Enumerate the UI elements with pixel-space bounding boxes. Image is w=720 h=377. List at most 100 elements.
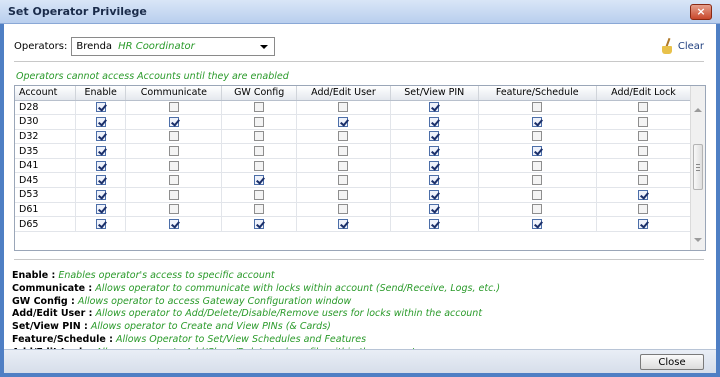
- privilege-checkbox[interactable]: [429, 175, 440, 186]
- privilege-checkbox[interactable]: [429, 146, 440, 157]
- grid-vertical-scrollbar[interactable]: [690, 86, 705, 250]
- table-row[interactable]: D41: [15, 158, 692, 174]
- table-row[interactable]: D45: [15, 172, 692, 189]
- privilege-checkbox[interactable]: [429, 219, 440, 230]
- privilege-checkbox[interactable]: [254, 160, 265, 171]
- privilege-checkbox[interactable]: [338, 160, 349, 171]
- column-header[interactable]: Add/Edit User: [296, 86, 391, 101]
- privilege-checkbox[interactable]: [338, 189, 349, 200]
- privilege-checkbox[interactable]: [429, 102, 440, 113]
- privilege-checkbox[interactable]: [168, 175, 179, 186]
- privilege-checkbox[interactable]: [168, 204, 179, 215]
- privilege-checkbox[interactable]: [532, 175, 543, 186]
- privilege-checkbox[interactable]: [429, 160, 440, 171]
- privilege-checkbox[interactable]: [95, 160, 106, 171]
- privilege-cell: [296, 129, 391, 145]
- privilege-checkbox[interactable]: [254, 131, 265, 142]
- privilege-checkbox[interactable]: [429, 116, 440, 127]
- close-button[interactable]: Close: [640, 354, 704, 370]
- privilege-checkbox[interactable]: [95, 131, 106, 142]
- privilege-checkbox[interactable]: [532, 160, 543, 171]
- privilege-checkbox[interactable]: [532, 204, 543, 215]
- privilege-checkbox[interactable]: [254, 204, 265, 215]
- privilege-checkbox[interactable]: [168, 146, 179, 157]
- table-row[interactable]: D35: [15, 143, 692, 159]
- privilege-cell: [478, 202, 597, 218]
- privilege-checkbox[interactable]: [254, 189, 265, 200]
- privilege-checkbox[interactable]: [429, 131, 440, 142]
- privilege-checkbox[interactable]: [532, 146, 543, 157]
- scroll-thumb[interactable]: [693, 144, 703, 190]
- privilege-checkbox[interactable]: [95, 175, 106, 186]
- operators-dropdown[interactable]: Brenda HR Coordinator: [71, 36, 276, 56]
- privilege-checkbox[interactable]: [95, 146, 106, 157]
- privilege-checkbox[interactable]: [95, 116, 106, 127]
- column-header[interactable]: Account: [15, 86, 76, 101]
- privilege-checkbox[interactable]: [532, 219, 543, 230]
- dialog-body: Operators: Brenda HR Coordinator Clear O…: [4, 24, 716, 373]
- privilege-checkbox[interactable]: [95, 189, 106, 200]
- privilege-checkbox[interactable]: [338, 175, 349, 186]
- title-bar[interactable]: Set Operator Privilege ×: [0, 0, 720, 24]
- privilege-checkbox[interactable]: [429, 204, 440, 215]
- window-close-button[interactable]: ×: [690, 3, 712, 20]
- privilege-checkbox[interactable]: [254, 219, 265, 230]
- privilege-checkbox[interactable]: [532, 102, 543, 113]
- legend-description: Allows operator to access Gateway Config…: [77, 295, 352, 307]
- privilege-checkbox[interactable]: [338, 116, 349, 127]
- scroll-down-icon[interactable]: [694, 238, 702, 242]
- privilege-checkbox[interactable]: [338, 219, 349, 230]
- column-header[interactable]: GW Config: [221, 86, 297, 101]
- privilege-checkbox[interactable]: [95, 204, 106, 215]
- privilege-checkbox[interactable]: [338, 102, 349, 113]
- column-header[interactable]: Feature/Schedule: [478, 86, 597, 101]
- privilege-cell: [125, 100, 223, 116]
- column-header[interactable]: Enable: [75, 86, 127, 101]
- privilege-checkbox[interactable]: [254, 146, 265, 157]
- privilege-checkbox[interactable]: [254, 175, 265, 186]
- privilege-checkbox[interactable]: [638, 131, 649, 142]
- clear-button[interactable]: Clear: [660, 38, 704, 54]
- privilege-cell: [75, 114, 127, 130]
- table-row[interactable]: D30: [15, 114, 692, 130]
- privilege-checkbox[interactable]: [95, 102, 106, 113]
- column-header[interactable]: Communicate: [125, 86, 223, 101]
- privilege-table: Account Enable Communicate GW Config Add/Edi…: [15, 86, 692, 232]
- privilege-checkbox[interactable]: [168, 102, 179, 113]
- table-row[interactable]: D32: [15, 129, 692, 145]
- privilege-cell: [125, 114, 223, 130]
- privilege-checkbox[interactable]: [638, 175, 649, 186]
- privilege-checkbox[interactable]: [168, 131, 179, 142]
- table-row[interactable]: D53: [15, 187, 692, 203]
- privilege-checkbox[interactable]: [254, 116, 265, 127]
- privilege-checkbox[interactable]: [638, 146, 649, 157]
- privilege-checkbox[interactable]: [95, 219, 106, 230]
- privilege-checkbox[interactable]: [254, 102, 265, 113]
- privilege-checkbox[interactable]: [638, 116, 649, 127]
- privilege-checkbox[interactable]: [168, 189, 179, 200]
- table-row[interactable]: D28: [15, 100, 692, 116]
- privilege-checkbox[interactable]: [638, 189, 649, 200]
- privilege-checkbox[interactable]: [532, 131, 543, 142]
- privilege-checkbox[interactable]: [168, 160, 179, 171]
- table-row[interactable]: D61: [15, 202, 692, 218]
- table-row[interactable]: D65: [15, 216, 692, 232]
- privilege-checkbox[interactable]: [168, 219, 179, 230]
- privilege-checkbox[interactable]: [638, 102, 649, 113]
- privilege-checkbox[interactable]: [338, 131, 349, 142]
- privilege-cell: [125, 129, 223, 145]
- column-header[interactable]: Add/Edit Lock: [596, 86, 692, 101]
- scroll-up-icon[interactable]: [694, 108, 702, 112]
- privilege-checkbox[interactable]: [429, 189, 440, 200]
- privilege-checkbox[interactable]: [532, 189, 543, 200]
- privilege-checkbox[interactable]: [638, 204, 649, 215]
- privilege-checkbox[interactable]: [338, 204, 349, 215]
- privilege-cell: [221, 114, 297, 130]
- privilege-checkbox[interactable]: [638, 219, 649, 230]
- legend-item: Add/Edit User : Allows operator to Add/D…: [12, 308, 500, 321]
- privilege-checkbox[interactable]: [168, 116, 179, 127]
- privilege-checkbox[interactable]: [532, 116, 543, 127]
- privilege-checkbox[interactable]: [638, 160, 649, 171]
- privilege-checkbox[interactable]: [338, 146, 349, 157]
- column-header[interactable]: Set/View PIN: [390, 86, 479, 101]
